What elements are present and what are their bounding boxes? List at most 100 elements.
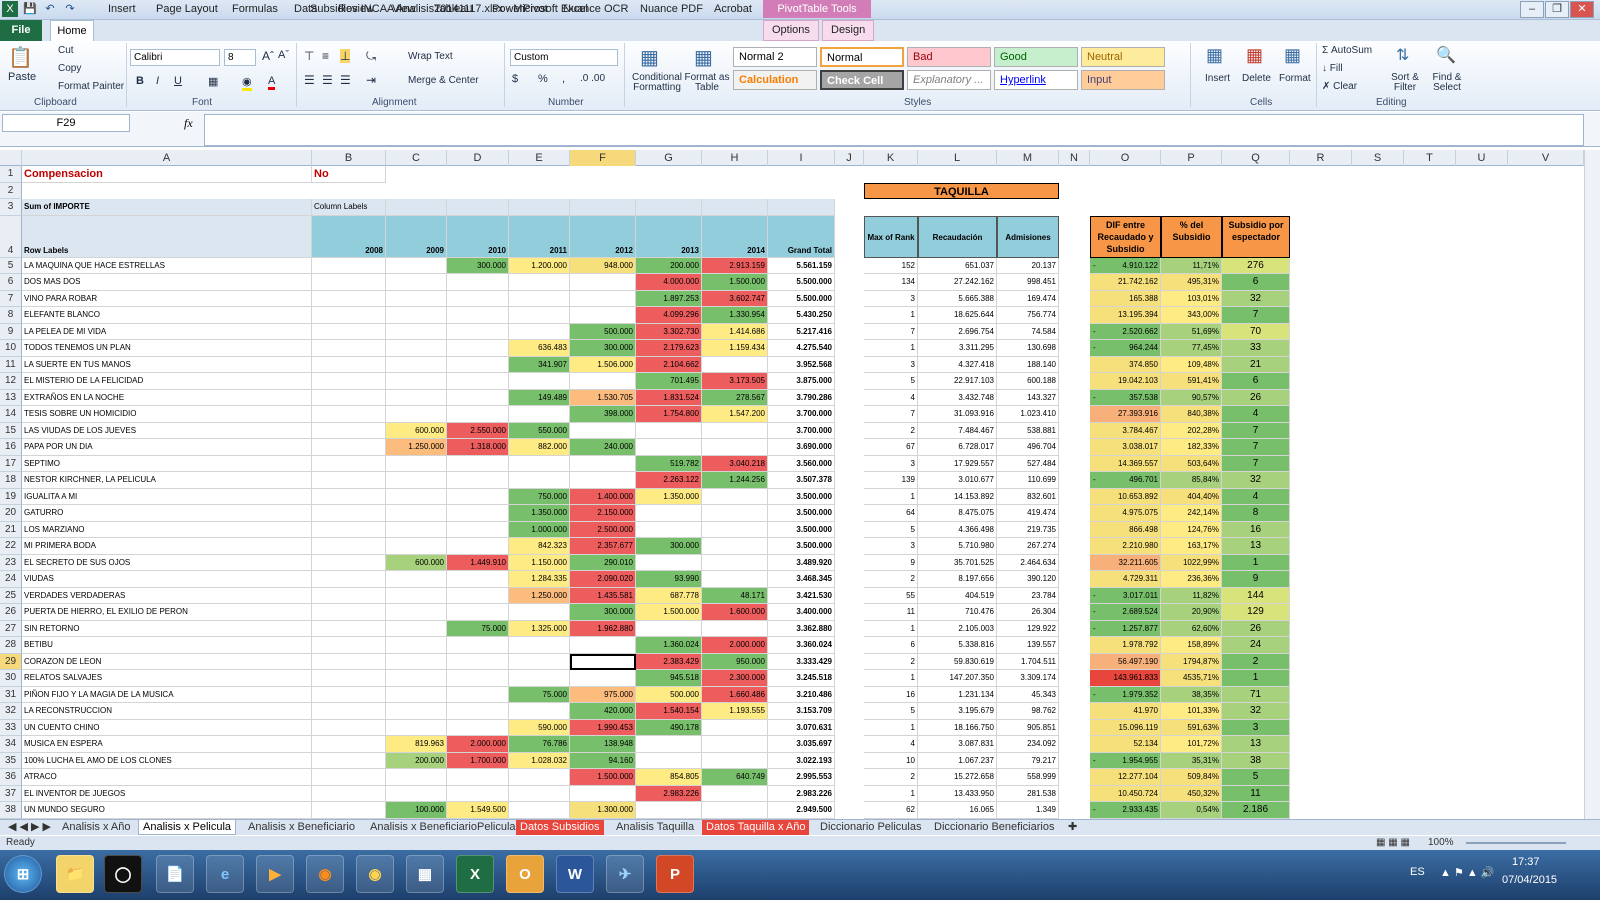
value-cell[interactable] xyxy=(570,472,636,489)
value-cell[interactable] xyxy=(1090,736,1104,753)
worksheet-grid[interactable]: ABCDEFGHIJKLMNOPQRSTUV 1 Compensacion No 2 T… xyxy=(0,150,1584,819)
find-select-button[interactable]: Find & Select xyxy=(1428,73,1466,93)
column-header-f[interactable]: F xyxy=(570,150,636,166)
value-cell[interactable]: 2.913.159 xyxy=(702,257,768,274)
value-cell[interactable]: 62 xyxy=(864,802,918,819)
sheet-tab-diccionario-peliculas[interactable]: Diccionario Peliculas xyxy=(816,820,926,835)
value-cell[interactable] xyxy=(1090,456,1104,472)
value-cell[interactable] xyxy=(570,653,636,670)
row-header[interactable]: 6 xyxy=(0,274,22,291)
value-cell[interactable]: 64 xyxy=(864,505,918,522)
value-cell[interactable]: 2.104.662 xyxy=(636,356,702,373)
value-cell[interactable]: 1 xyxy=(864,340,918,357)
style-check-cell[interactable]: Check Cell xyxy=(820,70,904,90)
value-cell[interactable]: - xyxy=(1090,258,1104,274)
value-cell[interactable]: 538.881 xyxy=(997,422,1059,439)
value-cell[interactable]: 343,00% xyxy=(1161,307,1222,324)
column-header-m[interactable]: M xyxy=(997,150,1059,166)
sheet-tab-analisis-ano[interactable]: Analisis x Año xyxy=(58,820,134,835)
value-cell[interactable] xyxy=(702,785,768,802)
value-cell[interactable]: 591,63% xyxy=(1161,719,1222,736)
value-cell[interactable] xyxy=(636,802,702,819)
tab-file[interactable]: File xyxy=(0,20,42,41)
excel-icon[interactable]: X xyxy=(2,1,18,17)
value-cell[interactable]: 23.784 xyxy=(997,587,1059,604)
value-cell[interactable] xyxy=(509,290,570,307)
value-cell[interactable]: 152 xyxy=(864,257,918,274)
value-cell[interactable]: 398.000 xyxy=(570,406,636,423)
value-cell[interactable]: 7 xyxy=(864,406,918,423)
bold-button[interactable]: B xyxy=(136,75,144,87)
style-input[interactable]: Input xyxy=(1081,70,1165,90)
sheet-tab-datos-taquilla-ano[interactable]: Datos Taquilla x Año xyxy=(702,820,810,835)
pivot-column-header[interactable]: Row Labels xyxy=(22,215,312,258)
underline-button[interactable]: U xyxy=(174,75,182,87)
movie-title-cell[interactable]: MUSICA EN ESPERA xyxy=(22,736,312,753)
zoom-slider[interactable] xyxy=(1466,842,1566,844)
value-cell[interactable] xyxy=(570,307,636,324)
row-header[interactable]: 3 xyxy=(0,199,22,216)
value-cell[interactable] xyxy=(386,274,447,291)
tab-view[interactable]: View xyxy=(392,3,416,15)
value-cell[interactable] xyxy=(312,439,386,456)
value-cell[interactable]: 1.962.880 xyxy=(570,620,636,637)
value-cell[interactable]: 950.000 xyxy=(702,653,768,670)
merge-center-button[interactable]: Merge & Center xyxy=(408,75,479,86)
pivot-header-cell[interactable] xyxy=(768,199,835,216)
value-cell[interactable]: 3 xyxy=(864,290,918,307)
value-cell[interactable]: 7 xyxy=(1222,307,1290,324)
value-cell[interactable]: 21 xyxy=(1222,356,1290,373)
sheet-tab-analisis-pelicula[interactable]: Analisis x Pelicula xyxy=(138,820,237,835)
movie-title-cell[interactable]: LA PELEA DE MI VIDA xyxy=(22,323,312,340)
value-cell[interactable]: 1.435.581 xyxy=(570,587,636,604)
movie-title-cell[interactable]: UN MUNDO SEGURO xyxy=(22,802,312,819)
row-header[interactable]: 30 xyxy=(0,670,22,687)
value-cell[interactable] xyxy=(636,439,702,456)
value-cell[interactable] xyxy=(702,439,768,456)
row-header[interactable]: 22 xyxy=(0,538,22,555)
value-cell[interactable]: 3.602.747 xyxy=(702,290,768,307)
value-cell[interactable]: 2 xyxy=(864,422,918,439)
value-cell[interactable] xyxy=(570,373,636,390)
value-cell[interactable]: 1.067.237 xyxy=(918,752,997,769)
value-cell[interactable]: 2.383.429 xyxy=(636,653,702,670)
value-cell[interactable]: 750.000 xyxy=(509,488,570,505)
movie-title-cell[interactable]: MI PRIMERA BODA xyxy=(22,538,312,555)
grand-total-cell[interactable]: 3.500.000 xyxy=(768,521,835,538)
value-cell[interactable]: 519.782 xyxy=(636,455,702,472)
row-header[interactable]: 25 xyxy=(0,587,22,604)
value-cell[interactable] xyxy=(312,538,386,555)
row-header[interactable]: 10 xyxy=(0,340,22,357)
sheet-tab-analisis-beneficiariopelicula[interactable]: Analisis x BeneficiarioPelicula xyxy=(366,820,520,835)
taquilla-header[interactable]: Recaudación xyxy=(918,215,997,258)
value-cell[interactable] xyxy=(1090,637,1104,654)
grand-total-cell[interactable]: 5.430.250 xyxy=(768,307,835,324)
value-cell[interactable] xyxy=(1090,406,1104,423)
value-cell[interactable]: 18.166.750 xyxy=(918,719,997,736)
chrome-icon[interactable]: ◉ xyxy=(356,855,394,893)
insert-function-icon[interactable]: fx xyxy=(184,114,198,132)
style-normal[interactable]: Normal xyxy=(820,47,904,67)
row-header[interactable]: 27 xyxy=(0,620,22,637)
value-cell[interactable] xyxy=(312,422,386,439)
value-cell[interactable] xyxy=(636,554,702,571)
messenger-icon[interactable]: ✈ xyxy=(606,855,644,893)
row-header[interactable]: 23 xyxy=(0,554,22,571)
movie-title-cell[interactable]: TODOS TENEMOS UN PLAN xyxy=(22,340,312,357)
documents-icon[interactable]: 📄 xyxy=(156,855,194,893)
value-cell[interactable] xyxy=(1090,291,1104,307)
value-cell[interactable] xyxy=(386,604,447,621)
tray-icons[interactable]: ▲ ⚑ ▲ 🔊 xyxy=(1440,866,1495,879)
value-cell[interactable]: 2.357.677 xyxy=(570,538,636,555)
format-as-table-button[interactable]: Format as Table xyxy=(684,73,730,93)
value-cell[interactable]: 5.710.980 xyxy=(918,538,997,555)
value-cell[interactable]: 6 xyxy=(1222,274,1290,291)
pivot-header-cell[interactable]: Sum of IMPORTE xyxy=(22,199,312,216)
movie-title-cell[interactable]: UN CUENTO CHINO xyxy=(22,719,312,736)
movie-title-cell[interactable]: NESTOR KIRCHNER, LA PELICULA xyxy=(22,472,312,489)
value-cell[interactable]: 290.010 xyxy=(570,554,636,571)
value-cell[interactable]: 4 xyxy=(864,736,918,753)
tab-insert[interactable]: Insert xyxy=(108,3,136,15)
column-header-v[interactable]: V xyxy=(1508,150,1584,166)
grand-total-cell[interactable]: 3.700.000 xyxy=(768,422,835,439)
